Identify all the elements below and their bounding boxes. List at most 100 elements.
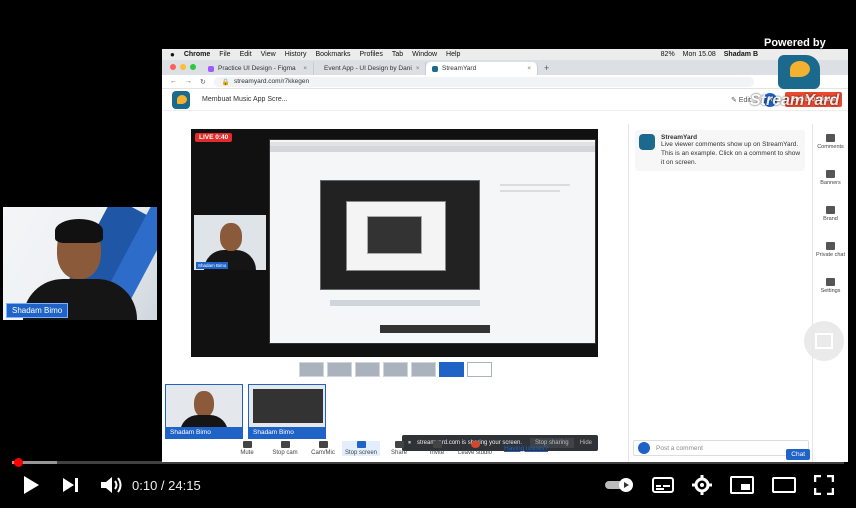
play-icon xyxy=(24,476,39,494)
having-issues-link[interactable]: Having issues? xyxy=(504,445,548,452)
settings-button[interactable] xyxy=(692,466,712,504)
stop-screen-label: Stop screen xyxy=(344,449,378,456)
layout-solo-option[interactable] xyxy=(299,362,324,377)
play-button[interactable] xyxy=(22,466,40,504)
chat-button[interactable]: Chat xyxy=(786,449,810,460)
menu-item[interactable]: Bookmarks xyxy=(315,51,350,58)
menu-item[interactable]: Tab xyxy=(392,51,403,58)
edit-button[interactable]: ✎ Edit xyxy=(731,96,751,104)
stop-cam-button[interactable]: Stop cam xyxy=(266,440,304,456)
theater-mode-button[interactable] xyxy=(772,466,796,504)
tab-label: Practice UI Design - Figma xyxy=(218,65,296,72)
share-button[interactable]: Share xyxy=(380,440,418,456)
new-tab-icon[interactable]: + xyxy=(538,63,555,75)
invite-button[interactable]: Invite xyxy=(418,440,456,456)
banners-tool[interactable]: Banners xyxy=(813,160,848,196)
tab-label: StreamYard xyxy=(442,65,477,72)
streamyard-icon xyxy=(432,65,438,72)
minimize-window-icon[interactable] xyxy=(180,64,186,70)
recursive-stage xyxy=(320,180,480,290)
subtitles-icon xyxy=(652,477,674,493)
commenter-avatar xyxy=(638,442,650,454)
window-controls xyxy=(170,64,196,70)
recursive-comment-line xyxy=(500,184,570,186)
close-tab-icon[interactable]: × xyxy=(527,65,531,72)
lock-icon: 🔒 xyxy=(221,78,230,86)
recursive-tabbar xyxy=(270,146,595,152)
menu-item[interactable]: Window xyxy=(412,51,437,58)
miniplayer-button[interactable] xyxy=(730,466,754,504)
stop-screen-button[interactable]: Stop screen xyxy=(342,440,380,456)
studio-toolbar: Mute Stop cam Cam/Mic Stop screen Share … xyxy=(228,434,648,462)
palette-icon xyxy=(826,206,835,214)
post-comment-input[interactable]: Post a comment xyxy=(633,440,809,456)
menubar-user: Shadam B xyxy=(723,51,758,58)
video-progress-bar[interactable] xyxy=(12,458,844,467)
share-icon xyxy=(394,440,404,448)
live-badge: LIVE 0:40 xyxy=(195,133,233,142)
mute-label: Mute xyxy=(240,449,254,456)
brand-tool[interactable]: Brand xyxy=(813,196,848,232)
streamyard-logo xyxy=(172,90,190,109)
volume-button[interactable] xyxy=(100,466,124,504)
browser-tab[interactable]: Practice UI Design - Figma × xyxy=(202,62,314,75)
menu-item[interactable]: Profiles xyxy=(359,51,382,58)
stage-screen-share xyxy=(269,139,596,344)
url-field[interactable]: 🔒 streamyard.com/r7kkegen xyxy=(213,76,754,87)
menu-item[interactable]: Edit xyxy=(240,51,252,58)
webcam-name-tag: Shadam Bimo xyxy=(6,303,69,318)
comments-icon xyxy=(826,134,835,142)
layout-fullscreen-option[interactable] xyxy=(467,362,492,377)
menu-item[interactable]: Chrome xyxy=(184,51,210,58)
add-person-icon xyxy=(432,440,442,448)
screen-share-thumb[interactable]: Shadam Bimo xyxy=(248,384,326,439)
leave-studio-button[interactable]: Leave studio xyxy=(456,440,494,456)
forward-icon[interactable]: → xyxy=(185,78,192,85)
settings-tool[interactable]: Settings xyxy=(813,268,848,304)
autoplay-toggle[interactable] xyxy=(604,466,634,504)
apple-icon: ● xyxy=(170,50,175,59)
stage-camera: Shadam Bimo xyxy=(194,215,266,270)
comment-text: Live viewer comments show up on StreamYa… xyxy=(661,141,801,166)
private-chat-tool[interactable]: Private chat xyxy=(813,232,848,268)
close-tab-icon[interactable]: × xyxy=(416,65,420,72)
menu-item[interactable]: History xyxy=(285,51,307,58)
reload-icon[interactable]: ↻ xyxy=(200,78,206,86)
shared-screen: ● Chrome File Edit View History Bookmark… xyxy=(162,49,848,462)
close-tab-icon[interactable]: × xyxy=(303,65,307,72)
invite-label: Invite xyxy=(429,449,445,456)
maximize-window-icon[interactable] xyxy=(190,64,196,70)
browser-tab[interactable]: Event App - UI Design by Dani × xyxy=(314,62,426,75)
broadcast-title[interactable]: Membuat Music App Scre... xyxy=(202,96,288,103)
layout-split-option[interactable] xyxy=(383,362,408,377)
powered-by-text: Powered by xyxy=(764,37,826,49)
next-button[interactable] xyxy=(62,466,80,504)
stage-name-tag: Shadam Bimo xyxy=(196,262,229,269)
layout-leader-option[interactable] xyxy=(355,362,380,377)
mac-menubar: ● Chrome File Edit View History Bookmark… xyxy=(162,49,848,60)
layout-share-option[interactable] xyxy=(411,362,436,377)
brand-tool-label: Brand xyxy=(823,216,838,222)
browser-tab-active[interactable]: StreamYard × xyxy=(426,62,538,75)
mute-button[interactable]: Mute xyxy=(228,440,266,456)
participant-thumb[interactable]: Shadam Bimo xyxy=(165,384,243,439)
screen-icon xyxy=(356,440,366,448)
fullscreen-button[interactable] xyxy=(814,466,834,504)
expand-icon[interactable] xyxy=(804,321,844,361)
layout-group-option[interactable] xyxy=(327,362,352,377)
comment-item[interactable]: StreamYard Live viewer comments show up … xyxy=(635,130,805,172)
back-icon[interactable]: ← xyxy=(170,78,177,85)
comment-avatar xyxy=(639,134,655,150)
comments-tool[interactable]: Comments xyxy=(813,124,848,160)
close-window-icon[interactable] xyxy=(170,64,176,70)
autoplay-toggle-icon xyxy=(605,478,633,492)
cam-mic-button[interactable]: Cam/Mic xyxy=(304,440,342,456)
gear-icon xyxy=(318,440,328,448)
post-comment-placeholder: Post a comment xyxy=(656,444,703,452)
menu-item[interactable]: Help xyxy=(446,51,460,58)
recursive-sharing-bar xyxy=(380,325,490,333)
layout-picture-in-picture-option[interactable] xyxy=(439,362,464,377)
subtitles-button[interactable] xyxy=(652,466,674,504)
menu-item[interactable]: View xyxy=(261,51,276,58)
menu-item[interactable]: File xyxy=(219,51,230,58)
